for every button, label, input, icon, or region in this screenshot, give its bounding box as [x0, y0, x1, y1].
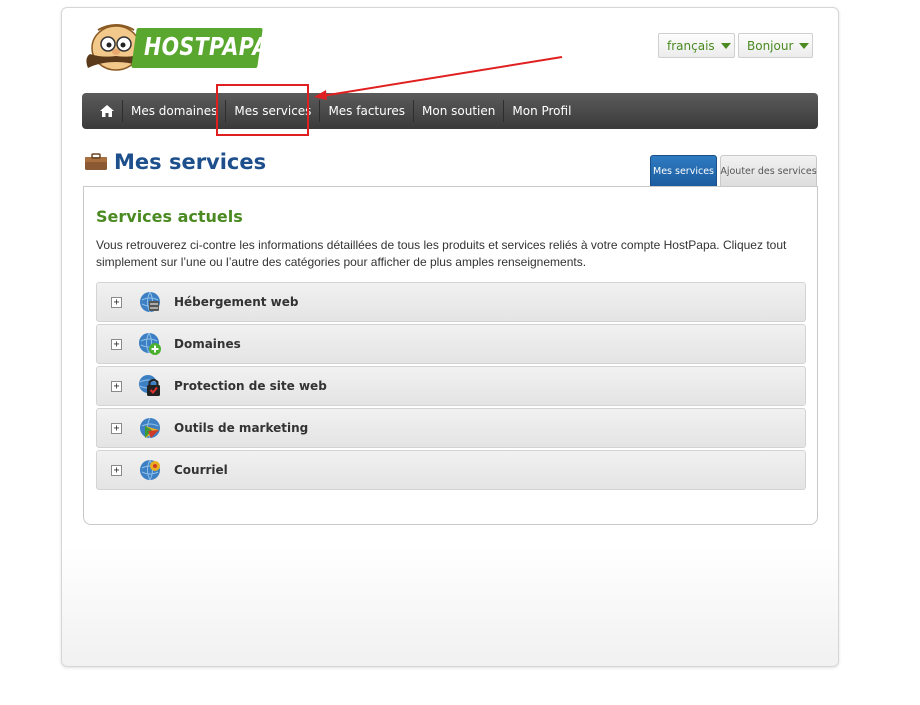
language-select-label: français — [667, 38, 715, 53]
email-globe-icon — [140, 459, 160, 481]
server-globe-icon — [140, 291, 160, 313]
hostpapa-logo[interactable]: HOSTPAPA — [82, 18, 268, 80]
category-label: Courriel — [174, 463, 228, 477]
briefcase-icon — [85, 153, 107, 170]
annotation-highlight-box — [216, 84, 309, 136]
page-title-text: Mes services — [114, 150, 267, 174]
lock-shield-icon — [139, 375, 160, 396]
home-icon — [100, 105, 114, 117]
marketing-globe-icon — [140, 417, 160, 439]
category-row-web-hosting[interactable]: + Hébergement web — [96, 282, 806, 322]
category-label: Hébergement web — [174, 295, 299, 309]
expand-icon[interactable]: + — [111, 422, 122, 434]
category-row-website-protection[interactable]: + Protection de site web — [96, 366, 806, 406]
category-row-domains[interactable]: + Domaines — [96, 324, 806, 364]
category-row-email[interactable]: + Courriel — [96, 450, 806, 490]
expand-icon[interactable]: + — [111, 464, 122, 476]
category-list: + Hébergement web + Domaines + Protectio… — [96, 282, 806, 492]
logo-text: HOSTPAPA — [144, 32, 269, 61]
nav-item-domains[interactable]: Mes domaines — [123, 93, 225, 129]
section-title: Services actuels — [96, 207, 243, 226]
home-button[interactable] — [92, 93, 122, 129]
tab-add-services[interactable]: Ajouter des services — [720, 155, 817, 187]
expand-icon[interactable]: + — [111, 296, 122, 308]
chevron-down-icon — [720, 42, 731, 49]
expand-icon[interactable]: + — [111, 380, 122, 392]
user-menu[interactable]: Bonjour — [738, 33, 813, 58]
category-label: Protection de site web — [174, 379, 327, 393]
category-label: Domaines — [174, 337, 241, 351]
language-select[interactable]: français — [658, 33, 735, 58]
category-label: Outils de marketing — [174, 421, 309, 435]
globe-add-icon — [139, 332, 161, 355]
expand-icon[interactable]: + — [111, 338, 122, 350]
chevron-down-icon — [799, 42, 810, 49]
annotation-arrow — [314, 56, 563, 100]
user-menu-label: Bonjour — [747, 38, 794, 53]
category-row-marketing-tools[interactable]: + Outils de marketing — [96, 408, 806, 448]
page-title: Mes services — [84, 150, 266, 174]
intro-text: Vous retrouverez ci-contre les informati… — [96, 238, 787, 269]
tab-my-services[interactable]: Mes services — [650, 155, 717, 187]
